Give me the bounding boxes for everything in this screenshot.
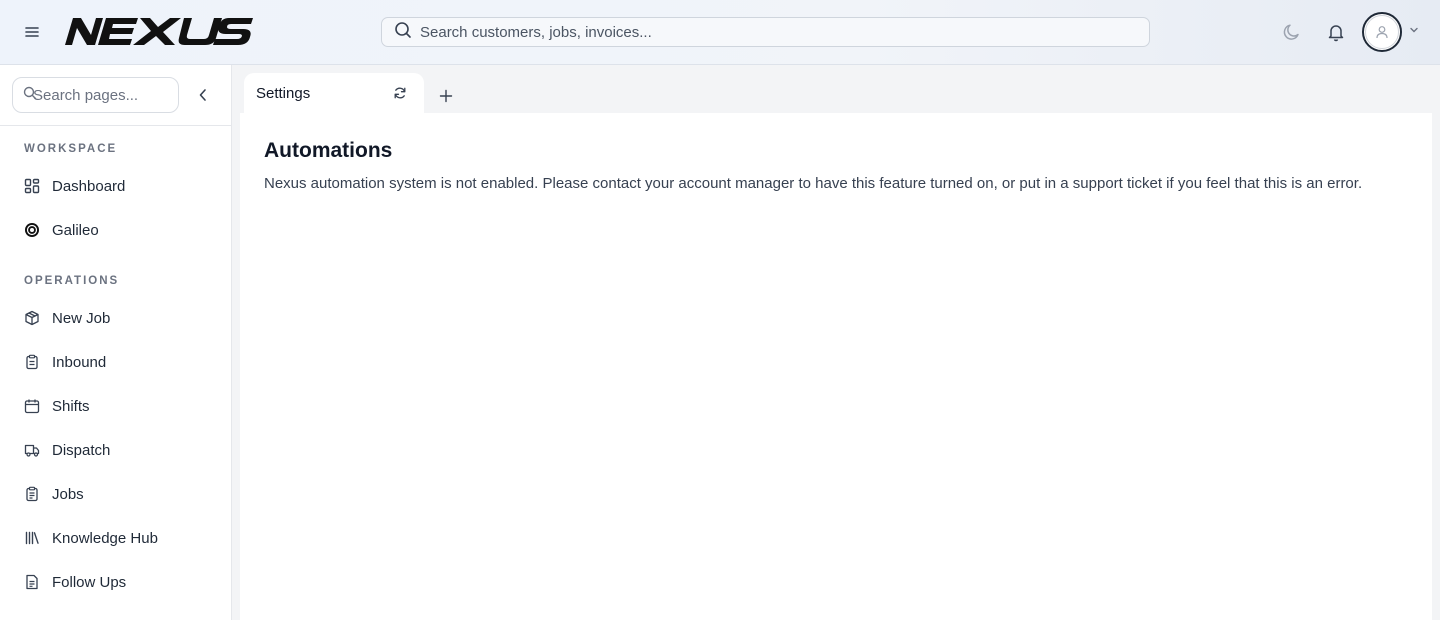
sidebar: WORKSPACE Dashboard Galileo OPERATIONS N… (0, 65, 232, 620)
sidebar-item-shifts[interactable]: Shifts (12, 388, 220, 424)
sidebar-item-label: Follow Ups (52, 573, 127, 591)
page-title: Automations (264, 139, 393, 162)
menu-icon[interactable] (22, 22, 42, 42)
tab-strip: Settings (232, 65, 1440, 113)
nexus-logo[interactable] (64, 15, 254, 47)
library-icon (24, 530, 40, 546)
clipboard-list-icon (24, 486, 40, 502)
galileo-icon (24, 222, 40, 238)
plus-icon[interactable] (439, 89, 453, 103)
sidebar-item-label: Galileo (52, 221, 99, 239)
sidebar-item-knowledge-hub[interactable]: Knowledge Hub (12, 520, 220, 556)
sidebar-item-new-job[interactable]: New Job (12, 300, 220, 336)
refresh-icon[interactable] (392, 85, 408, 101)
section-label-workspace: WORKSPACE (24, 143, 118, 155)
package-icon (24, 310, 40, 326)
collapse-sidebar-button[interactable] (194, 85, 212, 105)
chevron-left-icon[interactable] (198, 88, 208, 102)
add-tab-button[interactable] (438, 88, 454, 104)
moon-icon[interactable] (1281, 21, 1303, 43)
sidebar-item-inbound[interactable]: Inbound (12, 344, 220, 380)
section-label-operations: OPERATIONS (24, 275, 120, 287)
sidebar-item-dispatch[interactable]: Dispatch (12, 432, 220, 468)
divider (0, 125, 231, 126)
truck-icon (24, 442, 40, 458)
sidebar-item-dashboard[interactable]: Dashboard (12, 168, 220, 204)
status-message: Nexus automation system is not enabled. … (264, 175, 1363, 192)
avatar[interactable] (1362, 12, 1402, 52)
global-search-input[interactable] (420, 23, 1120, 41)
user-menu[interactable] (1362, 12, 1426, 52)
sidebar-item-jobs[interactable]: Jobs (12, 476, 220, 512)
sidebar-item-label: Jobs (52, 485, 84, 503)
sidebar-item-label: Knowledge Hub (52, 529, 158, 547)
sidebar-item-label: Dispatch (52, 441, 111, 459)
sidebar-item-label: Inbound (52, 353, 107, 371)
main-content: Automations Nexus automation system is n… (240, 113, 1432, 620)
calendar-icon (24, 398, 40, 414)
sidebar-item-label: Dashboard (52, 177, 126, 195)
bell-icon[interactable] (1325, 21, 1347, 43)
tab-label: Settings (256, 84, 311, 102)
global-search[interactable] (381, 17, 1150, 47)
sidebar-search[interactable] (12, 77, 183, 113)
sidebar-search-input[interactable] (33, 86, 183, 104)
file-text-icon (24, 574, 40, 590)
sidebar-item-label: Shifts (52, 397, 90, 415)
top-bar (0, 0, 1440, 65)
clipboard-icon (24, 354, 40, 370)
sidebar-item-label: New Job (52, 309, 111, 327)
user-icon (1376, 26, 1388, 39)
search-icon (394, 21, 412, 44)
dashboard-icon (24, 178, 40, 194)
sidebar-item-follow-ups[interactable]: Follow Ups (12, 564, 220, 600)
tab-settings[interactable]: Settings (244, 73, 424, 113)
sidebar-item-galileo[interactable]: Galileo (12, 212, 220, 248)
chevron-down-icon[interactable] (1408, 23, 1420, 41)
